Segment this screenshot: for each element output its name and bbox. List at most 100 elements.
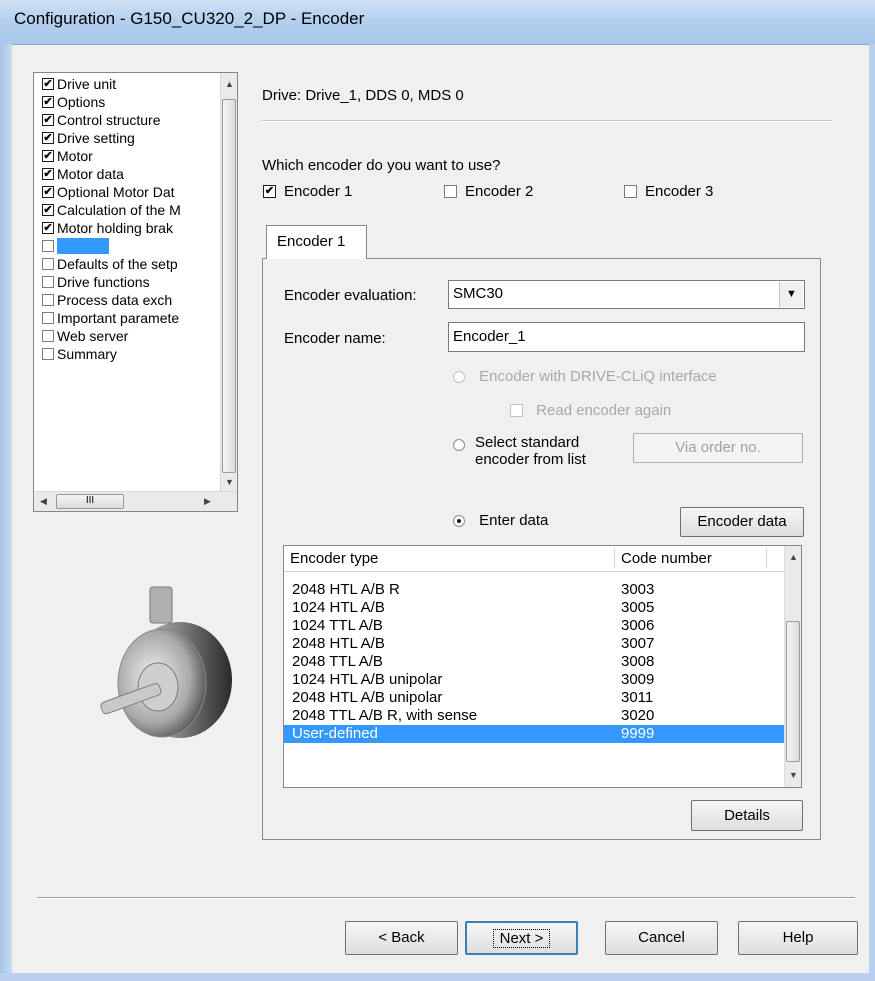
encoder2-checkbox[interactable]: Encoder 2: [444, 182, 533, 202]
checkbox-icon[interactable]: ✔: [42, 96, 54, 109]
radio-icon[interactable]: [453, 515, 465, 528]
details-button[interactable]: Details: [691, 800, 803, 831]
checkbox-icon[interactable]: [444, 184, 457, 198]
checkbox-icon[interactable]: [624, 184, 637, 198]
tree-item-motor-holding-brake[interactable]: ✔ Motor holding brak: [42, 219, 173, 238]
checkbox-icon[interactable]: [42, 312, 54, 325]
encoder1-checkbox[interactable]: ✔ Encoder 1: [263, 182, 352, 202]
scroll-down-icon[interactable]: ▼: [225, 477, 234, 487]
help-button[interactable]: Help: [738, 921, 858, 955]
column-header-encoder-type[interactable]: Encoder type: [290, 550, 378, 567]
checkbox-icon[interactable]: ✔: [42, 204, 54, 217]
tree-item-label: Defaults of the setp: [57, 256, 178, 272]
checkbox-icon[interactable]: [42, 294, 54, 307]
encoder-type-list[interactable]: Encoder type Code number 2048 HTL A/B R 3…: [283, 545, 802, 788]
list-item[interactable]: 1024 HTL A/B 3005: [284, 599, 784, 617]
column-header-code-number[interactable]: Code number: [621, 550, 712, 567]
footer-divider: [37, 897, 855, 899]
list-item[interactable]: 1024 HTL A/B unipolar 3009: [284, 671, 784, 689]
checkbox-icon[interactable]: [42, 348, 54, 361]
checkbox-icon[interactable]: [42, 240, 54, 253]
radio-icon[interactable]: [453, 439, 465, 452]
tree-item-summary[interactable]: Summary: [42, 345, 117, 364]
tree-item-motor-data[interactable]: ✔ Motor data: [42, 165, 124, 184]
tree-item-calculation[interactable]: ✔ Calculation of the M: [42, 201, 181, 220]
next-button[interactable]: Next >: [465, 921, 578, 955]
tree-item-web-server[interactable]: Web server: [42, 327, 128, 346]
checkbox-icon[interactable]: ✔: [42, 114, 54, 127]
tree-item-process-data[interactable]: Process data exch: [42, 291, 172, 310]
scroll-thumb[interactable]: [786, 621, 800, 762]
tab-encoder-1[interactable]: Encoder 1: [266, 225, 367, 259]
column-separator[interactable]: [766, 548, 767, 568]
via-order-number-button[interactable]: Via order no.: [633, 433, 803, 463]
cancel-button[interactable]: Cancel: [605, 921, 718, 955]
list-item[interactable]: 2048 TTL A/B R, with sense 3020: [284, 707, 784, 725]
checkbox-icon[interactable]: ✔: [42, 78, 54, 91]
read-encoder-again-checkbox[interactable]: Read encoder again: [510, 402, 671, 419]
encoder-name-input[interactable]: Encoder_1: [448, 322, 805, 352]
chevron-down-icon[interactable]: ▼: [779, 282, 803, 307]
radio-enter-data-option[interactable]: Enter data: [453, 512, 548, 529]
checkbox-icon[interactable]: ✔: [42, 150, 54, 163]
checkbox-icon[interactable]: [42, 330, 54, 343]
tree-item-drive-unit[interactable]: ✔ Drive unit: [42, 75, 116, 94]
scroll-thumb[interactable]: III: [56, 494, 124, 509]
tree-item-motor[interactable]: ✔ Motor: [42, 147, 93, 166]
tree-vertical-scrollbar[interactable]: ▲ ▼: [220, 73, 237, 491]
checkbox-icon[interactable]: [510, 403, 523, 417]
encoder-type-cell: 2048 HTL A/B: [292, 635, 385, 652]
encoder-type-cell: 2048 TTL A/B R, with sense: [292, 707, 478, 724]
navigation-tree[interactable]: ✔ Drive unit ✔ Options ✔ Control structure …: [33, 72, 238, 512]
encoder-name-label: Encoder name:: [284, 330, 386, 347]
tree-item-encoder[interactable]: Encoder: [42, 237, 110, 256]
checkbox-icon[interactable]: ✔: [42, 222, 54, 235]
radio-standard-encoder-option[interactable]: [453, 436, 465, 453]
checkbox-icon[interactable]: [42, 276, 54, 289]
scroll-up-icon[interactable]: ▲: [789, 552, 798, 562]
encoder-type-cell: 1024 TTL A/B: [292, 617, 383, 634]
back-button[interactable]: < Back: [345, 921, 458, 955]
tree-item-optional-motor-data[interactable]: ✔ Optional Motor Dat: [42, 183, 175, 202]
tree-horizontal-scrollbar[interactable]: ◀ III ▶: [34, 491, 237, 511]
checkbox-icon[interactable]: ✔: [42, 186, 54, 199]
radio-standard-encoder-label: Select standard encoder from list: [475, 434, 586, 468]
list-item[interactable]: 2048 HTL A/B 3007: [284, 635, 784, 653]
checkbox-icon[interactable]: ✔: [42, 168, 54, 181]
drive-info: Drive: Drive_1, DDS 0, MDS 0: [262, 87, 464, 104]
scroll-up-icon[interactable]: ▲: [225, 79, 234, 89]
encoder-question: Which encoder do you want to use?: [262, 157, 501, 174]
checkbox-icon[interactable]: ✔: [263, 184, 276, 198]
checkbox-icon[interactable]: ✔: [42, 132, 54, 145]
read-encoder-again-label: Read encoder again: [536, 402, 672, 419]
tree-item-label: Motor: [57, 148, 93, 164]
column-separator[interactable]: [614, 548, 615, 568]
list-item[interactable]: 2048 HTL A/B unipolar 3011: [284, 689, 784, 707]
list-item-selected[interactable]: User-defined 9999: [284, 725, 784, 743]
tree-item-important-parameters[interactable]: Important paramete: [42, 309, 179, 328]
checkbox-icon[interactable]: [42, 258, 54, 271]
encoder-evaluation-select[interactable]: SMC30 ▼: [448, 280, 805, 309]
tree-item-drive-functions[interactable]: Drive functions: [42, 273, 150, 292]
scroll-right-icon[interactable]: ▶: [204, 496, 211, 507]
scroll-down-icon[interactable]: ▼: [789, 770, 798, 780]
encoder3-checkbox[interactable]: Encoder 3: [624, 182, 713, 202]
encoder-data-button[interactable]: Encoder data: [680, 507, 804, 537]
tree-item-defaults-setpoint[interactable]: Defaults of the setp: [42, 255, 178, 274]
list-vertical-scrollbar[interactable]: ▲ ▼: [784, 546, 801, 787]
code-number-cell: 3008: [621, 653, 655, 670]
list-item[interactable]: 1024 TTL A/B 3006: [284, 617, 784, 635]
list-item[interactable]: 2048 HTL A/B R 3003: [284, 581, 784, 599]
title-bar: Configuration - G150_CU320_2_DP - Encode…: [0, 0, 875, 45]
radio-icon[interactable]: [453, 371, 465, 384]
scroll-thumb[interactable]: [222, 99, 236, 473]
tree-item-drive-setting[interactable]: ✔ Drive setting: [42, 129, 135, 148]
list-item[interactable]: 2048 TTL A/B 3008: [284, 653, 784, 671]
tree-item-control-structure[interactable]: ✔ Control structure: [42, 111, 160, 130]
tree-item-label: Optional Motor Dat: [57, 184, 175, 200]
tree-item-options[interactable]: ✔ Options: [42, 93, 105, 112]
scroll-left-icon[interactable]: ◀: [40, 496, 47, 507]
radio-drivecliq-option[interactable]: Encoder with DRIVE-CLiQ interface: [453, 368, 717, 385]
window-frame-right: [869, 44, 875, 981]
code-number-cell: 3007: [621, 635, 655, 652]
